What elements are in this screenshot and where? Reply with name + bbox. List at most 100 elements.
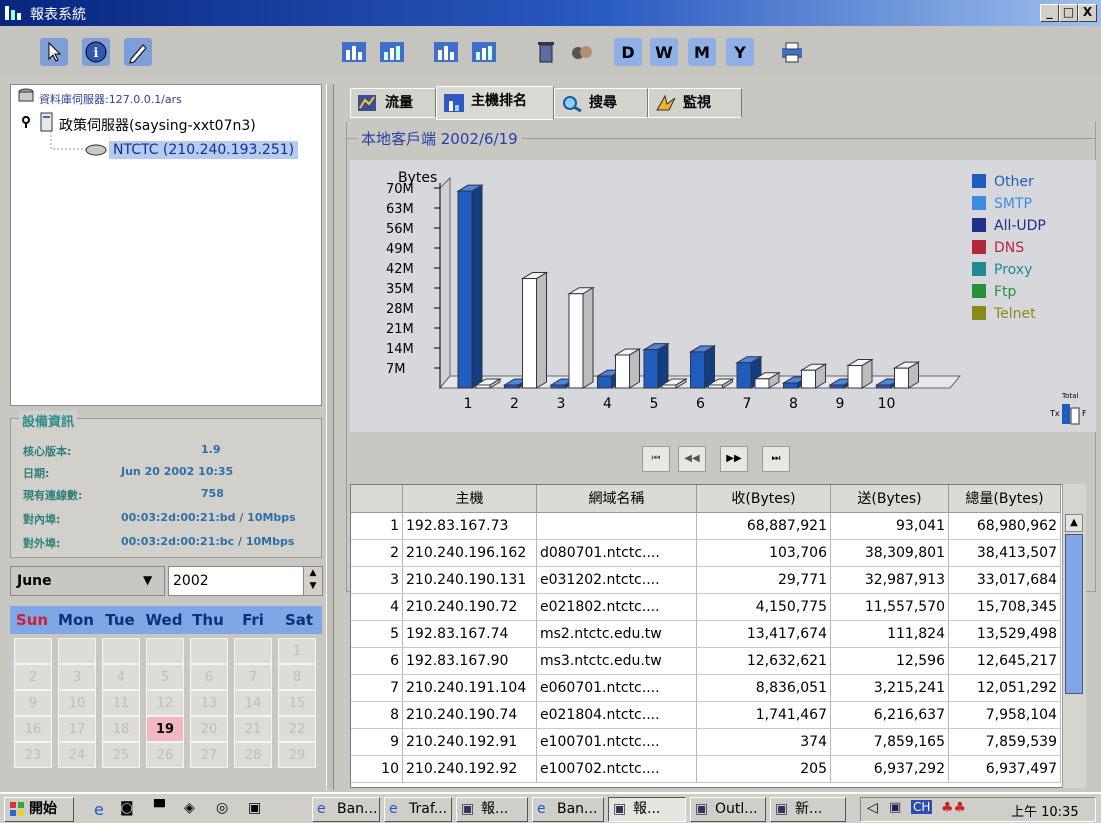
language-icon[interactable]: CH [911, 800, 933, 814]
minimize-button[interactable]: _ [1040, 4, 1059, 22]
trash-icon[interactable] [532, 38, 560, 66]
year-stepper[interactable]: ▲ ▼ [303, 567, 322, 595]
device-node[interactable]: NTCTC (210.240.193.251) [109, 141, 299, 159]
received-header[interactable]: 收(Bytes) [697, 485, 831, 513]
table-row[interactable]: 2 210.240.196.162 d080701.ntctc.... 103,706… [351, 540, 1061, 567]
tab-traffic[interactable]: 流量 [350, 88, 436, 118]
calendar-day[interactable]: 22 [278, 716, 316, 742]
search-icon[interactable]: ◙ [120, 800, 134, 816]
calendar-day[interactable]: 25 [102, 742, 140, 768]
month-select[interactable]: June ▼ [10, 566, 165, 596]
calendar-day[interactable]: 18 [102, 716, 140, 742]
tab-search[interactable]: 搜尋 [554, 88, 648, 118]
calendar-day[interactable]: 23 [14, 742, 52, 768]
calendar-day[interactable]: 26 [146, 742, 184, 768]
calendar-day[interactable]: 21 [234, 716, 272, 742]
taskbar-button[interactable]: ▣ 報... [456, 797, 528, 822]
taskbar-button[interactable]: ▣ Outl... [690, 797, 766, 822]
calendar-day[interactable]: 17 [58, 716, 96, 742]
calendar-day[interactable]: 7 [234, 664, 272, 690]
calendar-day[interactable]: 3 [58, 664, 96, 690]
report-bars-icon[interactable] [432, 38, 460, 66]
calendar-day[interactable]: 4 [102, 664, 140, 690]
weekly-report-button[interactable]: W [650, 38, 678, 66]
outlook-icon[interactable]: ◈ [184, 800, 195, 816]
table-row[interactable]: 5 192.83.167.74 ms2.ntctc.edu.tw 13,417,674… [351, 621, 1061, 648]
report-bars-icon[interactable] [470, 38, 498, 66]
yearly-report-button[interactable]: Y [726, 38, 754, 66]
tree-toggle-icon[interactable] [19, 115, 33, 129]
taskbar-button[interactable]: e Ban... [312, 797, 380, 822]
report-bars-icon[interactable] [378, 38, 406, 66]
calendar-day[interactable]: 6 [190, 664, 228, 690]
table-scrollbar[interactable]: ▲ [1062, 484, 1086, 788]
scroll-thumb[interactable] [1065, 534, 1083, 694]
taskbar-button[interactable]: ▣ 報... [608, 797, 686, 822]
calendar-day[interactable]: 2 [14, 664, 52, 690]
calendar-day[interactable]: 10 [58, 690, 96, 716]
daily-report-button[interactable]: D [614, 38, 642, 66]
calendar-day-selected[interactable]: 19 [146, 716, 184, 742]
chevron-down-icon[interactable]: ▼ [143, 573, 152, 587]
app-icon[interactable]: ▣ [248, 800, 261, 816]
table-row[interactable]: 1 192.83.167.73 68,887,921 93,041 68,980,962 [351, 513, 1061, 540]
taskbar-button[interactable]: e Ban... [532, 797, 604, 822]
taskbar-button[interactable]: ▣ 新... [770, 797, 846, 822]
panel-splitter[interactable] [326, 84, 334, 790]
calendar-day[interactable]: 14 [234, 690, 272, 716]
scroll-up-button[interactable]: ▲ [1065, 514, 1083, 532]
last-page-button[interactable]: ⏭ [762, 446, 790, 472]
monthly-report-button[interactable]: M [688, 38, 716, 66]
tab-host-ranking[interactable]: 主機排名 [436, 86, 554, 120]
calendar-day[interactable]: 1 [278, 638, 316, 664]
calendar-day[interactable]: 8 [278, 664, 316, 690]
edit-icon[interactable] [124, 38, 152, 66]
table-row[interactable]: 7 210.240.191.104 e060701.ntctc.... 8,836,0… [351, 675, 1061, 702]
calendar-day[interactable]: 27 [190, 742, 228, 768]
info-icon[interactable]: i [82, 38, 110, 66]
desktop-icon[interactable]: ▀ [154, 800, 165, 816]
calendar-day[interactable]: 5 [146, 664, 184, 690]
next-page-button[interactable]: ▶▶ [720, 446, 748, 472]
table-row[interactable]: 9 210.240.192.91 e100701.ntctc.... 374 7,859… [351, 729, 1061, 756]
ie-icon[interactable]: e [94, 800, 104, 819]
table-row[interactable]: 6 192.83.167.90 ms3.ntctc.edu.tw 12,632,621… [351, 648, 1061, 675]
channel-icon[interactable]: ◎ [216, 800, 228, 816]
volume-icon[interactable]: ◁ [867, 800, 878, 816]
close-button[interactable]: X [1078, 4, 1097, 22]
host-header[interactable]: 主機 [403, 485, 537, 513]
calendar-day[interactable]: 9 [14, 690, 52, 716]
window-title-bar[interactable]: 報表系統 _ □ X [0, 0, 1101, 26]
calendar-day[interactable]: 28 [234, 742, 272, 768]
table-row[interactable]: 4 210.240.190.72 e021802.ntctc.... 4,150,77… [351, 594, 1061, 621]
row-index-header[interactable] [351, 485, 403, 513]
sent-header[interactable]: 送(Bytes) [831, 485, 949, 513]
maximize-button[interactable]: □ [1059, 4, 1078, 22]
print-icon[interactable] [778, 38, 806, 66]
host-table[interactable]: 主機 網域名稱 收(Bytes) 送(Bytes) 總量(Bytes) 1 192.83.1… [350, 484, 1086, 788]
user-group-icon[interactable] [568, 38, 596, 66]
pointer-icon[interactable] [40, 38, 68, 66]
year-spinner[interactable]: 2002 ▲ ▼ [168, 566, 323, 596]
calendar-day[interactable]: 13 [190, 690, 228, 716]
domain-header[interactable]: 網域名稱 [537, 485, 697, 513]
server-tree[interactable]: 資料庫伺服器:127.0.0.1/ars 政策伺服器(saysing-xxt07… [10, 84, 322, 406]
report-bars-icon[interactable] [340, 38, 368, 66]
calendar-day[interactable]: 16 [14, 716, 52, 742]
calendar-day[interactable]: 24 [58, 742, 96, 768]
prev-page-button[interactable]: ◀◀ [678, 446, 706, 472]
taskbar-button[interactable]: e Traf... [384, 797, 452, 822]
calendar-day[interactable]: 11 [102, 690, 140, 716]
table-row[interactable]: 8 210.240.190.74 e021804.ntctc.... 1,741,46… [351, 702, 1061, 729]
total-header[interactable]: 總量(Bytes) [949, 485, 1061, 513]
input-method-icon[interactable]: ▣ [889, 800, 901, 815]
calendar-day[interactable]: 29 [278, 742, 316, 768]
table-row[interactable]: 3 210.240.190.131 e031202.ntctc.... 29,771 3… [351, 567, 1061, 594]
first-page-button[interactable]: ⏮ [642, 446, 670, 472]
table-row[interactable]: 10 210.240.192.92 e100702.ntctc.... 205 6,93… [351, 756, 1061, 783]
calendar-day[interactable]: 20 [190, 716, 228, 742]
start-button[interactable]: 開始 [4, 797, 74, 822]
calendar-day[interactable]: 12 [146, 690, 184, 716]
network-icon[interactable]: ♣♣ [941, 800, 966, 816]
tab-monitor[interactable]: 監視 [648, 88, 742, 118]
